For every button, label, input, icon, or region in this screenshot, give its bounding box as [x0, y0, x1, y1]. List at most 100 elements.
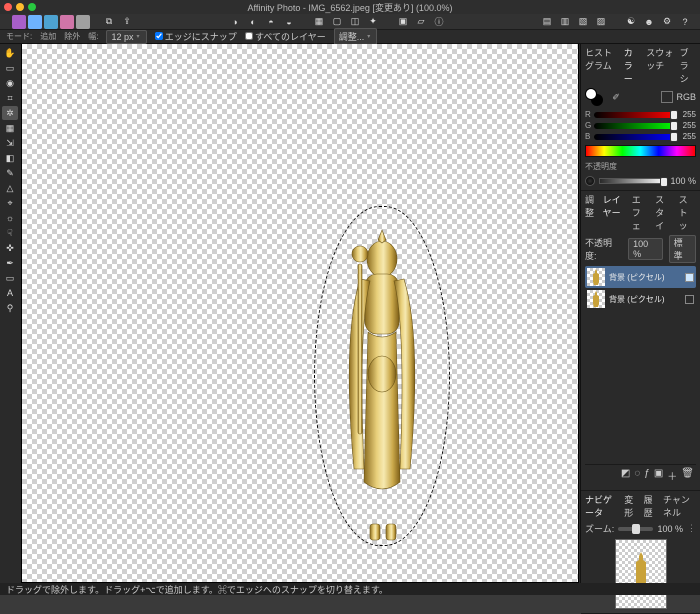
color-model-dropdown[interactable]: RGB — [661, 91, 696, 103]
opacity-value: 100 % — [670, 176, 696, 186]
arrange-behind-icon[interactable]: ▨ — [594, 15, 608, 29]
tool-smudge[interactable]: ☟ — [2, 226, 18, 240]
mode-subtract[interactable]: 除外 — [64, 31, 80, 42]
tab-layers[interactable]: レイヤー — [603, 193, 626, 232]
autocontrast-icon[interactable]: ◐ — [246, 15, 260, 29]
layer-delete-icon[interactable]: 🗑 — [681, 468, 694, 483]
noise-toggle-icon[interactable] — [585, 176, 595, 186]
assistant-icon[interactable]: ☯ — [624, 15, 638, 29]
tab-channels[interactable]: チャンネル — [663, 493, 696, 519]
window-maximize[interactable] — [28, 3, 36, 11]
account-icon[interactable]: ☻ — [642, 15, 656, 29]
mode-label: モード: — [6, 31, 32, 42]
tool-zoom[interactable]: ⚲ — [2, 301, 18, 315]
tab-adjust[interactable]: 調整 — [585, 193, 597, 232]
opacity-slider[interactable] — [599, 178, 666, 184]
info-icon[interactable]: ⓘ — [432, 15, 446, 29]
image-statue — [322, 224, 442, 544]
document-canvas[interactable] — [22, 44, 578, 582]
hue-strip[interactable] — [585, 145, 696, 157]
zoom-menu-icon[interactable]: ⋮ — [687, 523, 696, 534]
tool-color-picker[interactable]: ◉ — [2, 76, 18, 90]
autolevels-icon[interactable]: ◑ — [228, 15, 242, 29]
tool-clone[interactable]: ⌖ — [2, 196, 18, 210]
layer-fx-icon[interactable]: ƒ — [644, 468, 650, 483]
tool-paint[interactable]: ✎ — [2, 166, 18, 180]
persona-tone[interactable] — [60, 15, 74, 29]
help-icon[interactable]: ? — [678, 15, 692, 29]
persona-develop[interactable] — [44, 15, 58, 29]
all-layers-checkbox[interactable]: すべてのレイヤー — [245, 30, 326, 43]
layer-toolbar: ◩ ◌ ƒ ▣ ＋ 🗑 — [585, 464, 696, 486]
arrange-front-icon[interactable]: ▤ — [540, 15, 554, 29]
tool-selection-brush[interactable]: ✲ — [2, 106, 18, 120]
slider-g[interactable]: G 255 — [585, 121, 696, 130]
eyedropper-icon[interactable]: ✐ — [609, 90, 623, 104]
tool-text[interactable]: A — [2, 286, 18, 300]
layer-add-icon[interactable]: ＋ — [667, 468, 677, 483]
tab-styles[interactable]: スタイ — [655, 193, 672, 232]
link-icon[interactable]: ⧉ — [102, 15, 116, 29]
refine-sel-icon[interactable]: ✦ — [366, 15, 380, 29]
tool-shape[interactable]: ▭ — [2, 271, 18, 285]
persona-export[interactable] — [76, 15, 90, 29]
navigator-thumbnail[interactable] — [615, 539, 667, 609]
mode-add[interactable]: 追加 — [40, 31, 56, 42]
tab-transform[interactable]: 変形 — [624, 493, 637, 519]
layer-adjust-icon[interactable]: ◌ — [634, 468, 640, 483]
canvas-area[interactable] — [20, 44, 580, 583]
tool-move[interactable]: ▭ — [2, 61, 18, 75]
layer-blend-dropdown[interactable]: 標準 — [669, 235, 696, 263]
tab-swatch[interactable]: スウォッチ — [646, 46, 673, 85]
layer-group-icon[interactable]: ▣ — [654, 468, 663, 483]
tool-flood[interactable]: ⇲ — [2, 136, 18, 150]
color-panel: ヒストグラム カラー スウォッチ ブラシ ✐ RGB R 255 G 255 — [581, 44, 700, 191]
refine-button[interactable]: 調整... — [334, 28, 378, 45]
tool-retouch[interactable]: ✜ — [2, 241, 18, 255]
window-close[interactable] — [4, 3, 12, 11]
autowb-icon[interactable]: ◒ — [282, 15, 296, 29]
layer-mask-icon[interactable]: ◩ — [621, 468, 630, 483]
persona-photo[interactable] — [12, 15, 26, 29]
width-dropdown[interactable]: 12 px — [106, 30, 146, 44]
share-icon[interactable]: ⇪ — [120, 15, 134, 29]
snap-edges-checkbox[interactable]: エッジにスナップ — [155, 30, 237, 43]
tab-brush[interactable]: ブラシ — [680, 46, 696, 85]
tool-hand[interactable]: ✋ — [2, 46, 18, 60]
autocolor-icon[interactable]: ◓ — [264, 15, 278, 29]
persona-liquify[interactable] — [28, 15, 42, 29]
tool-gradient[interactable]: ◧ — [2, 151, 18, 165]
layers-panel: 調整 レイヤー エフェ スタイ ストッ 不透明度: 100 % 標準 背景 (ピ… — [581, 191, 700, 491]
zoom-slider[interactable] — [618, 527, 653, 531]
crop-icon[interactable]: ▱ — [414, 15, 428, 29]
invert-sel-icon[interactable]: ◫ — [348, 15, 362, 29]
tab-history[interactable]: 履歴 — [644, 493, 657, 519]
color-swatch-toggle[interactable] — [585, 88, 603, 106]
slider-r[interactable]: R 255 — [585, 110, 696, 119]
tool-marquee[interactable]: ▦ — [2, 121, 18, 135]
tool-dodge[interactable]: ☼ — [2, 211, 18, 225]
zoom-value: 100 % — [657, 524, 683, 534]
quickmask-icon[interactable]: ▣ — [396, 15, 410, 29]
tool-erase[interactable]: △ — [2, 181, 18, 195]
arrange-back-icon[interactable]: ▧ — [576, 15, 590, 29]
layer-opacity-dropdown[interactable]: 100 % — [628, 238, 663, 260]
layer-visibility-checkbox[interactable] — [685, 295, 694, 304]
tool-pen[interactable]: ✒ — [2, 256, 18, 270]
window-minimize[interactable] — [16, 3, 24, 11]
tool-crop[interactable]: ⌗ — [2, 91, 18, 105]
layer-item[interactable]: 背景 (ピクセル) — [585, 266, 696, 288]
deselect-icon[interactable]: ▢ — [330, 15, 344, 29]
tab-navigator[interactable]: ナビゲータ — [585, 493, 618, 519]
tab-color[interactable]: カラー — [624, 46, 640, 85]
studio-panels: ヒストグラム カラー スウォッチ ブラシ ✐ RGB R 255 G 255 — [580, 44, 700, 583]
layer-visibility-checkbox[interactable] — [685, 273, 694, 282]
slider-b[interactable]: B 255 — [585, 132, 696, 141]
tab-stock[interactable]: ストッ — [679, 193, 696, 232]
select-all-icon[interactable]: ▦ — [312, 15, 326, 29]
tab-histogram[interactable]: ヒストグラム — [585, 46, 618, 85]
preferences-icon[interactable]: ⚙ — [660, 15, 674, 29]
arrange-fwd-icon[interactable]: ▥ — [558, 15, 572, 29]
tab-effects[interactable]: エフェ — [632, 193, 649, 232]
layer-item[interactable]: 背景 (ピクセル) — [585, 288, 696, 310]
